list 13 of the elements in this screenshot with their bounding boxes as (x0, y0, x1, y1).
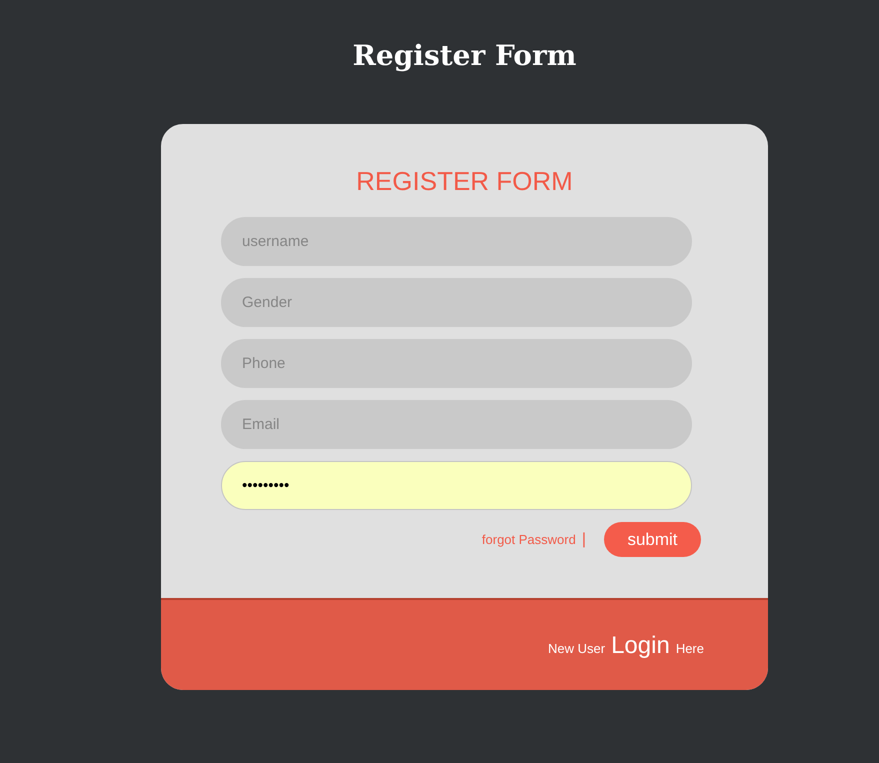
here-label: Here (676, 641, 704, 656)
form-heading: REGISTER FORM (355, 165, 574, 198)
input-field[interactable]: Email (221, 400, 692, 449)
forgot-password-link[interactable]: forgot Password (482, 532, 576, 547)
page-title: Register Form (352, 38, 578, 74)
input-field[interactable]: ••••••••• (221, 461, 692, 510)
submit-button[interactable]: submit (604, 522, 701, 557)
input-field[interactable]: Phone (221, 339, 692, 388)
login-link[interactable]: Login (611, 632, 670, 660)
new-user-label: New User (548, 641, 606, 656)
input-field[interactable]: Gender (221, 278, 692, 327)
separator-label: | (582, 530, 586, 548)
input-field[interactable]: username (221, 217, 692, 266)
